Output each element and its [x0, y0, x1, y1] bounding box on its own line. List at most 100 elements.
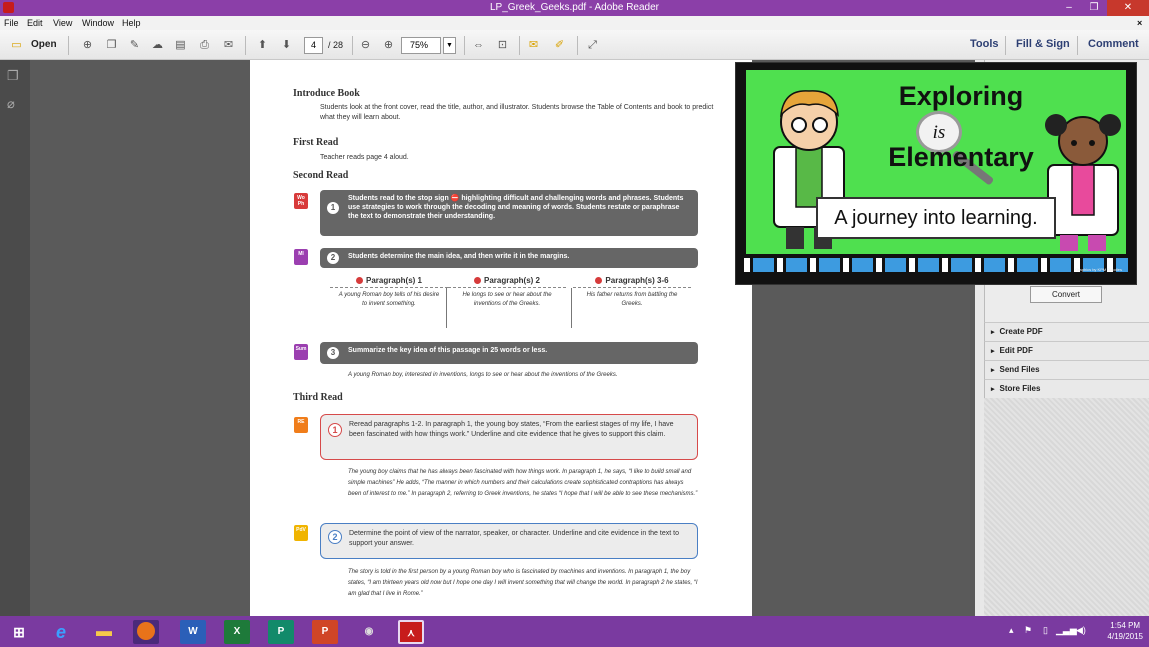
next-page-icon[interactable]: ⬇ [278, 37, 295, 54]
table-header: Paragraph(s) 3-6 [573, 276, 691, 288]
summarize-badge: Sum [294, 344, 308, 360]
start-icon[interactable]: ⊞ [6, 620, 32, 644]
question1-answer: The young boy claims that he has always … [348, 469, 698, 497]
tools-tab[interactable]: Tools [970, 38, 999, 50]
main-idea-badge: MI [294, 249, 308, 265]
step1-text: Students read to the stop sign ⛔ highlig… [348, 195, 684, 220]
zoom-in-icon[interactable]: ⊕ [380, 37, 397, 54]
fit-width-icon[interactable]: ⇔ [470, 37, 487, 54]
ad-line2: Elementary [888, 142, 1034, 172]
action-center-icon[interactable]: ⚑ [1024, 625, 1032, 636]
menu-window[interactable]: Window [82, 18, 114, 28]
zoom-out-icon[interactable]: ⊖ [357, 37, 374, 54]
powerpoint-icon[interactable]: P [312, 620, 338, 644]
menu-view[interactable]: View [53, 18, 72, 28]
point-of-view-badge: PdV [294, 525, 308, 541]
game-controller-icon[interactable]: ◉ [356, 620, 382, 644]
clock-date: 4/19/2015 [1107, 632, 1143, 641]
ad-line1: Exploring [898, 81, 1024, 111]
close-document-button[interactable]: × [1137, 18, 1142, 28]
table-header: Paragraph(s) 2 [448, 276, 566, 288]
store-files-section[interactable]: Store Files [984, 379, 1149, 398]
cloud-icon[interactable]: ☁ [149, 37, 166, 54]
page-count: / 28 [328, 40, 344, 50]
send-files-section[interactable]: Send Files [984, 360, 1149, 379]
combine-icon[interactable]: ❐ [103, 37, 120, 54]
maximize-button[interactable]: ❐ [1081, 0, 1107, 16]
exploring-elementary-logo: Exploring is Elementary A journey into l… [735, 62, 1137, 285]
print-icon[interactable]: ⎙ [196, 37, 213, 54]
comment-icon[interactable]: ✉ [525, 37, 542, 54]
step3-number: 3 [327, 347, 339, 359]
internet-explorer-icon[interactable]: e [48, 620, 74, 644]
word-icon[interactable]: W [180, 620, 206, 644]
step2-number: 2 [327, 252, 339, 264]
publisher-icon[interactable]: P [268, 620, 294, 644]
previous-page-icon[interactable]: ⬆ [254, 37, 271, 54]
table-header: Paragraph(s) 1 [330, 276, 448, 288]
window-title: LP_Greek_Geeks.pdf - Adobe Reader [490, 2, 659, 13]
second-read-heading: Second Read [293, 170, 349, 181]
question2-text: Determine the point of view of the narra… [349, 530, 679, 547]
create-pdf-icon[interactable]: ⊕ [79, 37, 96, 54]
network-icon[interactable]: ▁▃▅ [1056, 625, 1077, 636]
page-number-input[interactable]: 4 [304, 37, 323, 54]
step1-number: 1 [327, 202, 339, 214]
save-icon[interactable]: ▤ [172, 37, 189, 54]
step3-box: 3 Summarize the key idea of this passage… [320, 342, 698, 364]
table-column: Paragraph(s) 1 A young Roman boy tells o… [330, 276, 448, 312]
open-button[interactable]: Open [31, 39, 57, 50]
minimize-button[interactable]: – [1056, 0, 1082, 16]
question2-number: 2 [328, 530, 342, 544]
question1-text: Reread paragraphs 1-2. In paragraph 1, t… [349, 421, 674, 438]
attachments-icon[interactable]: ⌀ [7, 96, 21, 112]
title-bar: LP_Greek_Geeks.pdf - Adobe Reader – ❐ ✕ [0, 0, 1149, 16]
step1-box: 1 Students read to the stop sign ⛔ highl… [320, 190, 698, 236]
chevron-down-icon[interactable]: ▼ [443, 37, 456, 54]
file-explorer-icon[interactable]: ▬ [91, 620, 117, 644]
step2-box: 2 Students determine the main idea, and … [320, 248, 698, 268]
menu-file[interactable]: File [4, 18, 19, 28]
ad-credit: Graphics by KPM Doodles [1075, 267, 1122, 272]
zoom-level-input[interactable]: 75% [401, 37, 441, 54]
convert-button[interactable]: Convert [1030, 286, 1102, 303]
step3-answer: A young Roman boy, interested in inventi… [348, 372, 618, 378]
adobe-reader-taskbar-icon[interactable]: ⋏ [398, 620, 424, 644]
battery-icon[interactable]: ▯ [1043, 625, 1048, 636]
ruler-strip [744, 258, 1128, 272]
edit-pdf-section[interactable]: Edit PDF [984, 341, 1149, 360]
menu-bar: File Edit View Window Help × [0, 16, 1149, 30]
email-icon[interactable]: ✉ [220, 37, 237, 54]
show-hidden-icons-icon[interactable]: ▴ [1009, 625, 1014, 636]
highlight-icon[interactable]: ✐ [551, 37, 568, 54]
step3-text: Summarize the key idea of this passage i… [348, 347, 548, 354]
close-button[interactable]: ✕ [1107, 0, 1149, 16]
menu-edit[interactable]: Edit [27, 18, 43, 28]
pdf-page: Introduce Book Students look at the fron… [250, 60, 752, 616]
page-thumbnails-icon[interactable]: ❐ [7, 68, 21, 84]
reread-badge: RE [294, 417, 308, 433]
create-pdf-section[interactable]: Create PDF [984, 322, 1149, 341]
word-phrase-badge: Wo Ph [294, 193, 308, 209]
question2-box: 2 Determine the point of view of the nar… [320, 523, 698, 559]
fit-page-icon[interactable]: ⊡ [494, 37, 511, 54]
volume-icon[interactable]: ◀) [1076, 625, 1086, 636]
menu-help[interactable]: Help [122, 18, 141, 28]
first-read-heading: First Read [293, 137, 339, 148]
open-folder-icon[interactable]: ▭ [8, 37, 25, 54]
edit-icon[interactable]: ✎ [126, 37, 143, 54]
navigation-pane: ❐ ⌀ [0, 60, 30, 616]
taskbar: ⊞ e ▬ W X P P ◉ ⋏ ▴ ⚑ ▯ ▁▃▅ ◀) 1:54 PM 4… [0, 616, 1149, 647]
system-clock[interactable]: 1:54 PM 4/19/2015 [1107, 620, 1143, 642]
firefox-icon[interactable] [133, 620, 159, 644]
table-cell: His father returns from battling the Gre… [586, 292, 678, 307]
question1-number: 1 [328, 423, 342, 437]
full-screen-icon[interactable]: ⤢ [584, 37, 601, 54]
clock-time: 1:54 PM [1110, 621, 1141, 630]
excel-icon[interactable]: X [224, 620, 250, 644]
fill-sign-tab[interactable]: Fill & Sign [1016, 38, 1070, 50]
table-cell: A young Roman boy tells of his desire to… [338, 292, 440, 307]
comment-tab[interactable]: Comment [1088, 38, 1139, 50]
question2-answer: The story is told in the first person by… [348, 569, 698, 597]
ad-banner: A journey into learning. [816, 197, 1056, 239]
